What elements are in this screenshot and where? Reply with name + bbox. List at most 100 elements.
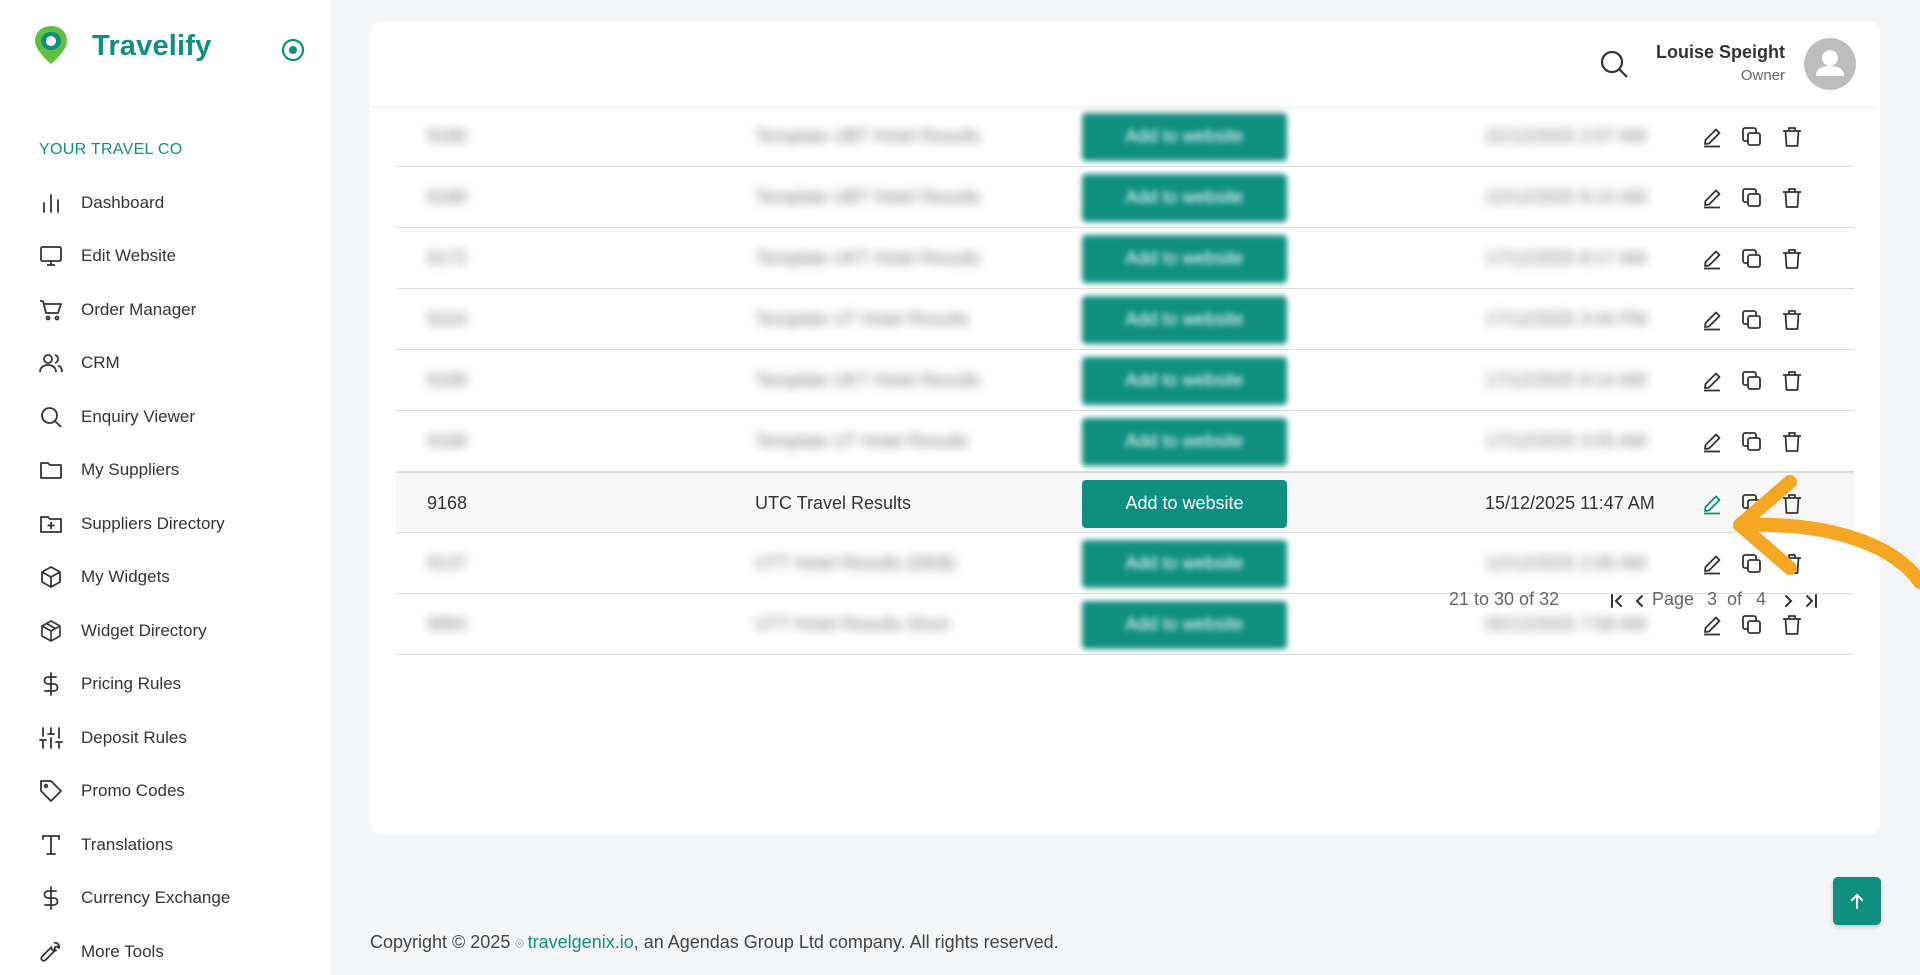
- search-icon[interactable]: [1598, 48, 1630, 80]
- add-to-website-button[interactable]: Add to website: [1082, 112, 1287, 161]
- sidebar-item-translations[interactable]: Translations: [0, 818, 331, 872]
- cube-icon: [38, 564, 64, 590]
- widget-name: UTT Hotel Results (DEB): [755, 553, 956, 573]
- sidebar-item-pricing-rules[interactable]: Pricing Rules: [0, 658, 331, 712]
- add-to-website-cell: Add to website: [1082, 228, 1287, 289]
- row-actions: [1698, 228, 1818, 289]
- sidebar-item-widget-directory[interactable]: Widget Directory: [0, 604, 331, 658]
- sidebar-item-promo-codes[interactable]: Promo Codes: [0, 765, 331, 819]
- table-row: 9169 Template UKT Hotel Results Add to web…: [396, 350, 1854, 411]
- copy-icon[interactable]: [1738, 306, 1766, 334]
- sidebar-item-label: Deposit Rules: [81, 727, 187, 747]
- widget-name: Template UBT Hotel Results: [755, 126, 981, 146]
- widget-date: 17/12/2025 3:55 AM: [1485, 431, 1647, 451]
- edit-icon[interactable]: [1698, 245, 1726, 273]
- delete-icon[interactable]: [1778, 245, 1806, 273]
- content-card: Louise Speight Owner 9180 Template UBT Ho…: [370, 22, 1880, 834]
- sidebar-item-label: Widget Directory: [81, 620, 207, 640]
- sidebar-item-order-manager[interactable]: Order Manager: [0, 283, 331, 337]
- edit-icon[interactable]: [1698, 428, 1726, 456]
- edit-icon[interactable]: [1698, 184, 1726, 212]
- copy-icon[interactable]: [1738, 245, 1766, 273]
- edit-icon[interactable]: [1698, 306, 1726, 334]
- dollar-icon: [38, 885, 64, 911]
- widget-id: 9168: [427, 493, 468, 513]
- sidebar-item-label: My Suppliers: [81, 460, 180, 480]
- widget-date: 17/12/2025 9:14 AM: [1485, 370, 1647, 390]
- sidebar-item-my-suppliers[interactable]: My Suppliers: [0, 444, 331, 498]
- add-to-website-button[interactable]: Add to website: [1082, 479, 1287, 528]
- footer-prefix: Copyright © 2025: [370, 932, 516, 952]
- add-to-website-button[interactable]: Add to website: [1082, 539, 1287, 588]
- delete-icon[interactable]: [1778, 367, 1806, 395]
- sliders-icon: [38, 725, 64, 751]
- table-row: 9154 Template UT Hotel Results Add to webs…: [396, 289, 1854, 350]
- top-bar: Louise Speight Owner: [370, 22, 1880, 106]
- sidebar: Travelify YOUR TRAVEL CO Dashboard Edit …: [0, 0, 331, 975]
- row-actions: [1698, 350, 1818, 411]
- delete-icon[interactable]: [1778, 123, 1806, 151]
- widget-id: 9154: [427, 309, 468, 329]
- sidebar-item-currency-exchange[interactable]: Currency Exchange: [0, 872, 331, 926]
- table-row: 9137 UTT Hotel Results (DEB) Add to websit…: [396, 533, 1854, 594]
- cart-icon: [38, 297, 64, 323]
- row-actions: [1698, 106, 1818, 167]
- widget-id: 9180: [427, 187, 468, 207]
- table-row: 9168 UTC Travel Results Add to website 15/1…: [396, 472, 1854, 533]
- copy-icon[interactable]: [1738, 123, 1766, 151]
- widget-name: Template UBT Hotel Results: [755, 187, 981, 207]
- add-to-website-cell: Add to website: [1082, 473, 1287, 534]
- sidebar-item-crm[interactable]: CRM: [0, 337, 331, 391]
- wrench-icon: [38, 939, 64, 965]
- widget-id: 9169: [427, 370, 468, 390]
- delete-icon[interactable]: [1778, 184, 1806, 212]
- row-actions: [1698, 289, 1818, 350]
- app-logo[interactable]: Travelify: [32, 24, 212, 68]
- add-to-website-button[interactable]: Add to website: [1082, 173, 1287, 222]
- delete-icon[interactable]: [1778, 428, 1806, 456]
- copy-icon[interactable]: [1738, 428, 1766, 456]
- widget-id: 9168: [427, 431, 468, 451]
- delete-icon[interactable]: [1778, 306, 1806, 334]
- user-info[interactable]: Louise Speight Owner: [1656, 42, 1785, 84]
- sidebar-item-dashboard[interactable]: Dashboard: [0, 176, 331, 230]
- edit-icon[interactable]: [1698, 367, 1726, 395]
- add-to-website-button[interactable]: Add to website: [1082, 417, 1287, 466]
- add-to-website-button[interactable]: Add to website: [1082, 295, 1287, 344]
- sidebar-toggle-icon[interactable]: [280, 37, 306, 63]
- copy-icon[interactable]: [1738, 367, 1766, 395]
- sidebar-item-deposit-rules[interactable]: Deposit Rules: [0, 711, 331, 765]
- sidebar-item-label: Enquiry Viewer: [81, 406, 196, 426]
- org-label: YOUR TRAVEL CO: [39, 141, 183, 158]
- copy-icon[interactable]: [1738, 184, 1766, 212]
- avatar[interactable]: [1804, 38, 1856, 90]
- sidebar-item-label: Currency Exchange: [81, 888, 231, 908]
- annotation-arrow-icon: [1733, 475, 1920, 589]
- footer-link[interactable]: travelgenix.io: [528, 932, 634, 952]
- app-name: Travelify: [92, 29, 212, 62]
- sidebar-item-label: CRM: [81, 353, 120, 373]
- first-page-icon[interactable]: [1607, 591, 1627, 611]
- location-pin-icon: ⌾: [515, 935, 528, 951]
- sidebar-item-suppliers-directory[interactable]: Suppliers Directory: [0, 497, 331, 551]
- scroll-to-top-button[interactable]: [1833, 877, 1881, 925]
- travelify-logo-icon: [32, 24, 70, 68]
- dollar-icon: [38, 671, 64, 697]
- table-row: 9172 Template UKT Hotel Results Add to web…: [396, 228, 1854, 289]
- sidebar-item-edit-website[interactable]: Edit Website: [0, 230, 331, 284]
- sidebar-item-more-tools[interactable]: More Tools: [0, 925, 331, 975]
- widget-name: Template UKT Hotel Results: [755, 370, 981, 390]
- previous-page-icon[interactable]: [1630, 591, 1650, 611]
- sidebar-item-my-widgets[interactable]: My Widgets: [0, 551, 331, 605]
- add-to-website-cell: Add to website: [1082, 411, 1287, 472]
- add-to-website-button[interactable]: Add to website: [1082, 356, 1287, 405]
- add-to-website-button[interactable]: Add to website: [1082, 234, 1287, 283]
- sidebar-item-label: Pricing Rules: [81, 674, 182, 694]
- edit-icon[interactable]: [1698, 123, 1726, 151]
- folder-icon: [38, 457, 64, 483]
- widget-name: Template UT Hotel Results: [755, 309, 969, 329]
- folder-plus-icon: [38, 511, 64, 537]
- widget-date: 17/12/2025 8:17 AM: [1485, 248, 1647, 268]
- sidebar-nav: Dashboard Edit Website Order Manager CRM…: [0, 176, 331, 975]
- sidebar-item-enquiry-viewer[interactable]: Enquiry Viewer: [0, 390, 331, 444]
